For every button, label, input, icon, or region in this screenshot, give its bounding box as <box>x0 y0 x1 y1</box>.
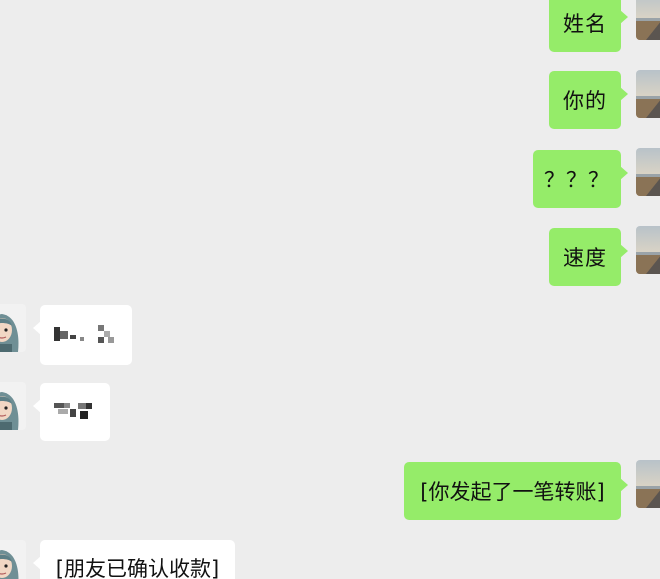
my-avatar-icon[interactable] <box>636 460 660 508</box>
friend-message-bubble[interactable] <box>33 305 132 365</box>
friend-avatar-icon[interactable] <box>0 540 26 579</box>
my-avatar-icon[interactable] <box>636 226 660 274</box>
friend-message-bubble[interactable] <box>33 383 110 441</box>
payment-received-bubble[interactable]: [朋友已确认收款] <box>33 540 235 579</box>
my-avatar-icon[interactable] <box>636 148 660 196</box>
my-message-bubble[interactable]: 你的 <box>549 71 628 129</box>
my-message-bubble[interactable]: 速度 <box>549 228 628 286</box>
my-avatar-icon[interactable] <box>636 0 660 40</box>
my-message-bubble[interactable]: 姓名 <box>549 0 628 52</box>
friend-avatar-icon[interactable] <box>0 304 26 352</box>
my-avatar-icon[interactable] <box>636 70 660 118</box>
friend-avatar-icon[interactable] <box>0 382 26 430</box>
transfer-message-bubble[interactable]: [你发起了一笔转账] <box>404 462 628 520</box>
pixelated-text-redaction <box>40 305 132 365</box>
pixelated-text-redaction <box>40 383 110 441</box>
my-message-bubble[interactable]: ？？？ <box>533 150 628 208</box>
